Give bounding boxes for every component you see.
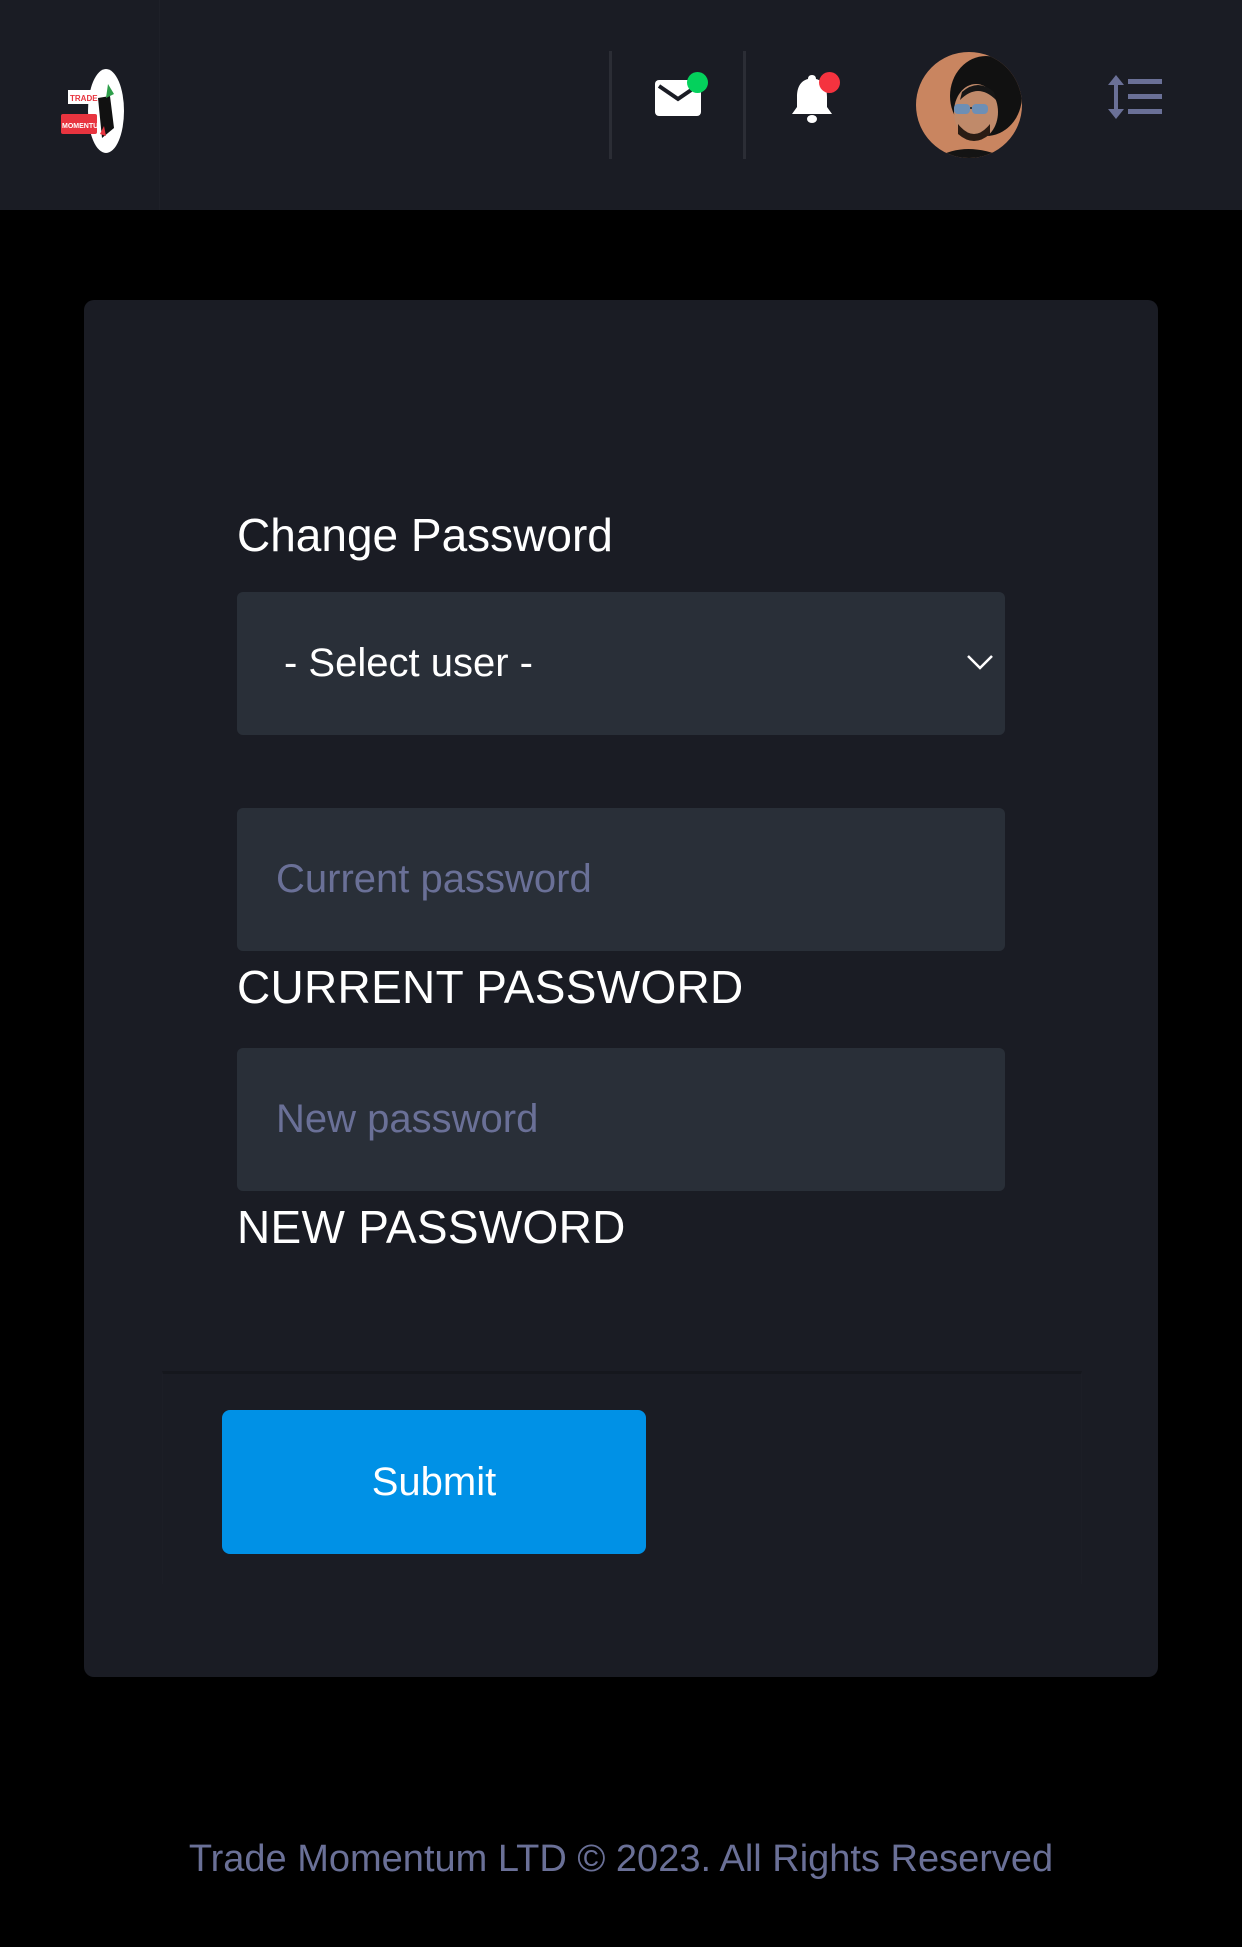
svg-text:TRADE: TRADE xyxy=(70,94,98,103)
user-select[interactable]: - Select user - xyxy=(237,592,1005,735)
trade-momentum-logo-icon: TRADE MOMENTUM xyxy=(61,69,124,153)
avatar-image xyxy=(916,52,1022,158)
header-divider xyxy=(609,51,612,159)
user-select-value: - Select user - xyxy=(284,641,533,685)
page-title: Change Password xyxy=(237,509,613,561)
brand-logo[interactable]: TRADE MOMENTUM xyxy=(58,68,124,154)
header-divider xyxy=(743,51,746,159)
copyright-text: Trade Momentum LTD © 2023. All Rights Re… xyxy=(188,1838,1054,1880)
svg-text:MOMENTUM: MOMENTUM xyxy=(62,123,104,130)
user-avatar[interactable] xyxy=(916,52,1022,158)
sidebar-toggle-button[interactable] xyxy=(1100,66,1170,128)
line-height-menu-icon xyxy=(1108,75,1162,119)
messages-badge xyxy=(687,72,708,93)
notifications-badge xyxy=(819,72,840,93)
chevron-down-icon xyxy=(967,655,993,670)
submit-button[interactable]: Submit xyxy=(222,1410,646,1554)
current-password-label: CURRENT PASSWORD xyxy=(237,961,744,1013)
current-password-input[interactable] xyxy=(237,808,1005,951)
new-password-label: NEW PASSWORD xyxy=(237,1201,626,1253)
new-password-input[interactable] xyxy=(237,1048,1005,1191)
messages-button[interactable] xyxy=(640,60,716,136)
logo-area: TRADE MOMENTUM xyxy=(0,0,160,210)
notifications-button[interactable] xyxy=(774,60,850,136)
change-password-card: Change Password - Select user - CURRENT … xyxy=(84,300,1158,1677)
top-navbar: TRADE MOMENTUM xyxy=(0,0,1242,210)
